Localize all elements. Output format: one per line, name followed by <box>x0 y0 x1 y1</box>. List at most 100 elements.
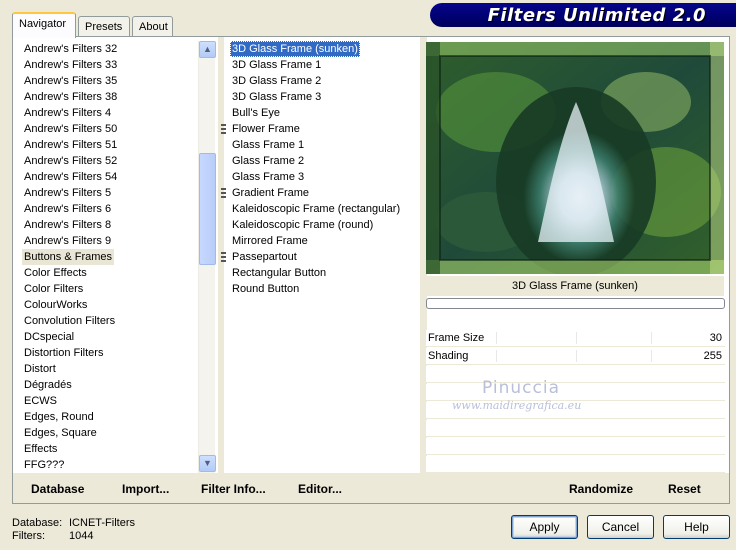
category-item[interactable]: Effects <box>22 441 59 457</box>
editor-button[interactable]: Editor... <box>298 482 342 496</box>
filter-item-label: Glass Frame 1 <box>232 139 305 151</box>
watermark-site: www.maidiregrafica.eu <box>452 399 582 412</box>
database-label: Database <box>31 482 85 496</box>
filter-item[interactable]: Passepartout <box>221 249 299 265</box>
filter-item[interactable]: Rectangular Button <box>230 265 328 281</box>
category-item[interactable]: FFG??? <box>22 457 66 473</box>
chevron-down-icon[interactable]: ▼ <box>199 455 216 472</box>
filter-preview-image <box>426 42 724 274</box>
import-button[interactable]: Import... <box>122 482 169 496</box>
filter-item[interactable]: Glass Frame 2 <box>230 153 306 169</box>
grip-icon <box>221 124 226 134</box>
param-empty <box>426 420 725 437</box>
cancel-button[interactable]: Cancel <box>587 515 654 539</box>
category-item[interactable]: Edges, Square <box>22 425 99 441</box>
reset-button[interactable]: Reset <box>668 482 701 496</box>
tab-label: Presets <box>85 21 123 33</box>
grip-icon <box>221 252 226 262</box>
category-item[interactable]: ColourWorks <box>22 297 89 313</box>
filter-item-label: Glass Frame 3 <box>232 171 305 183</box>
filter-item-label: Rectangular Button <box>232 267 327 279</box>
category-item[interactable]: Color Effects <box>22 265 89 281</box>
filter-item-label: Flower Frame <box>232 123 300 135</box>
status-filters: Filters: 1044 <box>12 530 93 542</box>
category-item[interactable]: Andrew's Filters 52 <box>22 153 119 169</box>
filter-item[interactable]: 3D Glass Frame 3 <box>230 89 323 105</box>
filter-item[interactable]: Bull's Eye <box>230 105 282 121</box>
tab-presets[interactable]: Presets <box>78 16 130 36</box>
category-item[interactable]: DCspecial <box>22 329 76 345</box>
tab-label: About <box>139 21 168 33</box>
filter-item[interactable]: Flower Frame <box>221 121 302 137</box>
tab-about[interactable]: About <box>132 16 173 36</box>
category-item[interactable]: Andrew's Filters 9 <box>22 233 113 249</box>
filter-item[interactable]: Mirrored Frame <box>230 233 310 249</box>
param-value: 255 <box>703 350 722 362</box>
category-item[interactable]: Andrew's Filters 5 <box>22 185 113 201</box>
reset-label: Reset <box>668 482 701 496</box>
slider-tick <box>576 350 577 362</box>
category-item[interactable]: Andrew's Filters 32 <box>22 41 119 57</box>
filter-item[interactable]: Round Button <box>230 281 301 297</box>
category-item[interactable]: Andrew's Filters 35 <box>22 73 119 89</box>
tab-navigator[interactable]: Navigator <box>12 12 76 38</box>
category-item[interactable]: Convolution Filters <box>22 313 117 329</box>
filter-item[interactable]: Kaleidoscopic Frame (round) <box>230 217 375 233</box>
tab-label: Navigator <box>19 18 67 30</box>
filter-item[interactable]: 3D Glass Frame 1 <box>230 57 323 73</box>
param-empty <box>426 438 725 455</box>
category-item[interactable]: Andrew's Filters 8 <box>22 217 113 233</box>
category-item[interactable]: Andrew's Filters 50 <box>22 121 119 137</box>
title-banner: Filters Unlimited 2.0 <box>430 0 736 30</box>
editor-label: Editor... <box>298 482 343 496</box>
cancel-label: Cancel <box>601 520 640 534</box>
filter-info-button[interactable]: Filter Info... <box>201 482 266 496</box>
filter-item[interactable]: 3D Glass Frame 2 <box>230 73 323 89</box>
filter-item-label: Gradient Frame <box>232 187 310 199</box>
category-item[interactable]: Distortion Filters <box>22 345 105 361</box>
param-shading[interactable]: Shading 255 <box>426 348 725 365</box>
category-item[interactable]: Andrew's Filters 51 <box>22 137 119 153</box>
filter-item-label: Round Button <box>232 283 300 295</box>
grip-icon <box>221 188 226 198</box>
filter-info-label: Filter Info... <box>201 482 266 496</box>
filter-item-label: Kaleidoscopic Frame (round) <box>232 219 374 231</box>
category-item[interactable]: ECWS <box>22 393 59 409</box>
category-scrollbar[interactable]: ▲ ▼ <box>198 41 216 473</box>
filter-item-label: Kaleidoscopic Frame (rectangular) <box>232 203 401 215</box>
category-item[interactable]: Andrew's Filters 33 <box>22 57 119 73</box>
filter-item-label: Bull's Eye <box>232 107 280 119</box>
category-item[interactable]: Andrew's Filters 6 <box>22 201 113 217</box>
import-label: Import... <box>122 482 170 496</box>
randomize-label: Randomize <box>569 482 634 496</box>
category-item[interactable]: Buttons & Frames <box>22 249 115 265</box>
category-list[interactable]: Andrew's Filters 32 Andrew's Filters 33 An… <box>22 41 198 473</box>
param-frame-size[interactable]: Frame Size 30 <box>426 330 725 347</box>
category-item[interactable]: Andrew's Filters 38 <box>22 89 119 105</box>
category-item[interactable]: Dégradés <box>22 377 74 393</box>
filter-item-label: 3D Glass Frame (sunken) <box>232 43 358 55</box>
filter-item[interactable]: Gradient Frame <box>221 185 311 201</box>
chevron-up-icon[interactable]: ▲ <box>199 41 216 58</box>
help-button[interactable]: Help <box>663 515 730 539</box>
param-empty <box>426 366 725 383</box>
category-item[interactable]: Color Filters <box>22 281 85 297</box>
watermark-name: Pinuccia <box>482 378 560 398</box>
filter-item[interactable]: 3D Glass Frame (sunken) <box>230 41 360 57</box>
database-button[interactable]: Database <box>31 482 84 496</box>
slider-tick <box>651 350 652 362</box>
randomize-button[interactable]: Randomize <box>569 482 633 496</box>
category-item[interactable]: Distort <box>22 361 58 377</box>
apply-button[interactable]: Apply <box>511 515 578 539</box>
help-label: Help <box>684 520 709 534</box>
filter-item[interactable]: Glass Frame 1 <box>230 137 306 153</box>
category-item[interactable]: Edges, Round <box>22 409 96 425</box>
category-item[interactable]: Andrew's Filters 4 <box>22 105 113 121</box>
category-item[interactable]: Andrew's Filters 54 <box>22 169 119 185</box>
filter-item-label: Mirrored Frame <box>232 235 308 247</box>
filter-list[interactable]: 3D Glass Frame (sunken) 3D Glass Frame 1 3… <box>221 41 410 473</box>
filter-item[interactable]: Glass Frame 3 <box>230 169 306 185</box>
banner-title: Filters Unlimited 2.0 <box>487 5 706 26</box>
scroll-thumb[interactable] <box>199 153 216 265</box>
filter-item[interactable]: Kaleidoscopic Frame (rectangular) <box>230 201 402 217</box>
